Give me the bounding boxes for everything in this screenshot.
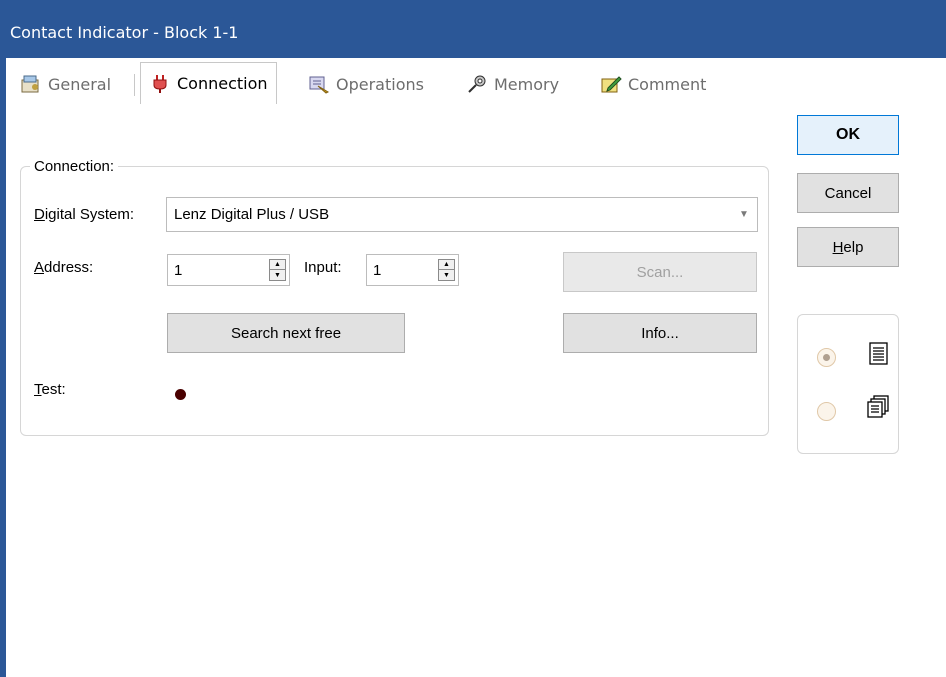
input-label: Input: xyxy=(304,259,342,276)
input-spinbox[interactable]: 1 ▲ ▼ xyxy=(366,254,459,286)
comment-icon xyxy=(600,74,622,94)
ok-button[interactable]: OK xyxy=(797,115,899,155)
memory-icon xyxy=(466,74,488,94)
list-view-radio[interactable] xyxy=(817,348,836,367)
operations-icon xyxy=(308,74,330,94)
tab-general[interactable]: General xyxy=(20,64,111,104)
cancel-button[interactable]: Cancel xyxy=(797,173,899,213)
digital-system-value: Lenz Digital Plus / USB xyxy=(174,206,330,223)
address-label-rest: ddress: xyxy=(44,259,94,276)
tab-memory-label: Memory xyxy=(494,74,560,94)
tab-operations-label: Operations xyxy=(336,74,424,94)
tab-comment-label: Comment xyxy=(628,74,707,94)
tab-memory[interactable]: Memory xyxy=(466,64,559,104)
tab-operations[interactable]: Operations xyxy=(308,64,424,104)
digital-system-combobox[interactable]: Lenz Digital Plus / USB ▼ xyxy=(166,197,758,232)
help-button-rest: elp xyxy=(843,238,864,256)
chevron-down-icon[interactable]: ▼ xyxy=(731,198,757,231)
tab-separator xyxy=(134,74,135,96)
general-icon xyxy=(20,74,42,94)
spin-down-icon[interactable]: ▼ xyxy=(439,270,454,280)
list-view-icon xyxy=(868,342,890,370)
scan-button[interactable]: Scan... xyxy=(563,252,757,292)
address-spin-buttons[interactable]: ▲ ▼ xyxy=(269,259,286,281)
input-spin-buttons[interactable]: ▲ ▼ xyxy=(438,259,455,281)
connection-group-label: Connection: xyxy=(30,158,119,175)
test-label: Test: xyxy=(34,381,66,398)
info-button[interactable]: Info... xyxy=(563,313,757,353)
input-value: 1 xyxy=(373,261,382,279)
window-title: Contact Indicator - Block 1-1 xyxy=(10,23,239,42)
plug-icon xyxy=(149,74,171,94)
spin-down-icon[interactable]: ▼ xyxy=(270,270,285,280)
radio-selected-dot xyxy=(823,354,830,361)
view-options-group xyxy=(797,314,899,454)
window-title-bar: Contact Indicator - Block 1-1 xyxy=(0,0,946,58)
address-label: Address: xyxy=(34,259,94,276)
tab-comment[interactable]: Comment xyxy=(600,64,706,104)
search-next-free-button[interactable]: Search next free xyxy=(167,313,405,353)
help-button[interactable]: Help xyxy=(797,227,899,267)
test-label-rest: est: xyxy=(41,381,66,398)
tab-connection[interactable]: Connection xyxy=(140,62,277,104)
address-value: 1 xyxy=(174,261,183,279)
digital-system-label: Digital System: xyxy=(34,206,135,223)
tab-general-label: General xyxy=(48,74,112,94)
tab-connection-label: Connection xyxy=(177,74,268,93)
test-indicator-led[interactable] xyxy=(175,389,186,400)
multi-view-radio[interactable] xyxy=(817,402,836,421)
digital-system-label-rest: igital System: xyxy=(44,206,135,223)
multi-window-icon xyxy=(866,395,890,423)
spin-up-icon[interactable]: ▲ xyxy=(270,260,285,270)
spin-up-icon[interactable]: ▲ xyxy=(439,260,454,270)
address-spinbox[interactable]: 1 ▲ ▼ xyxy=(167,254,290,286)
